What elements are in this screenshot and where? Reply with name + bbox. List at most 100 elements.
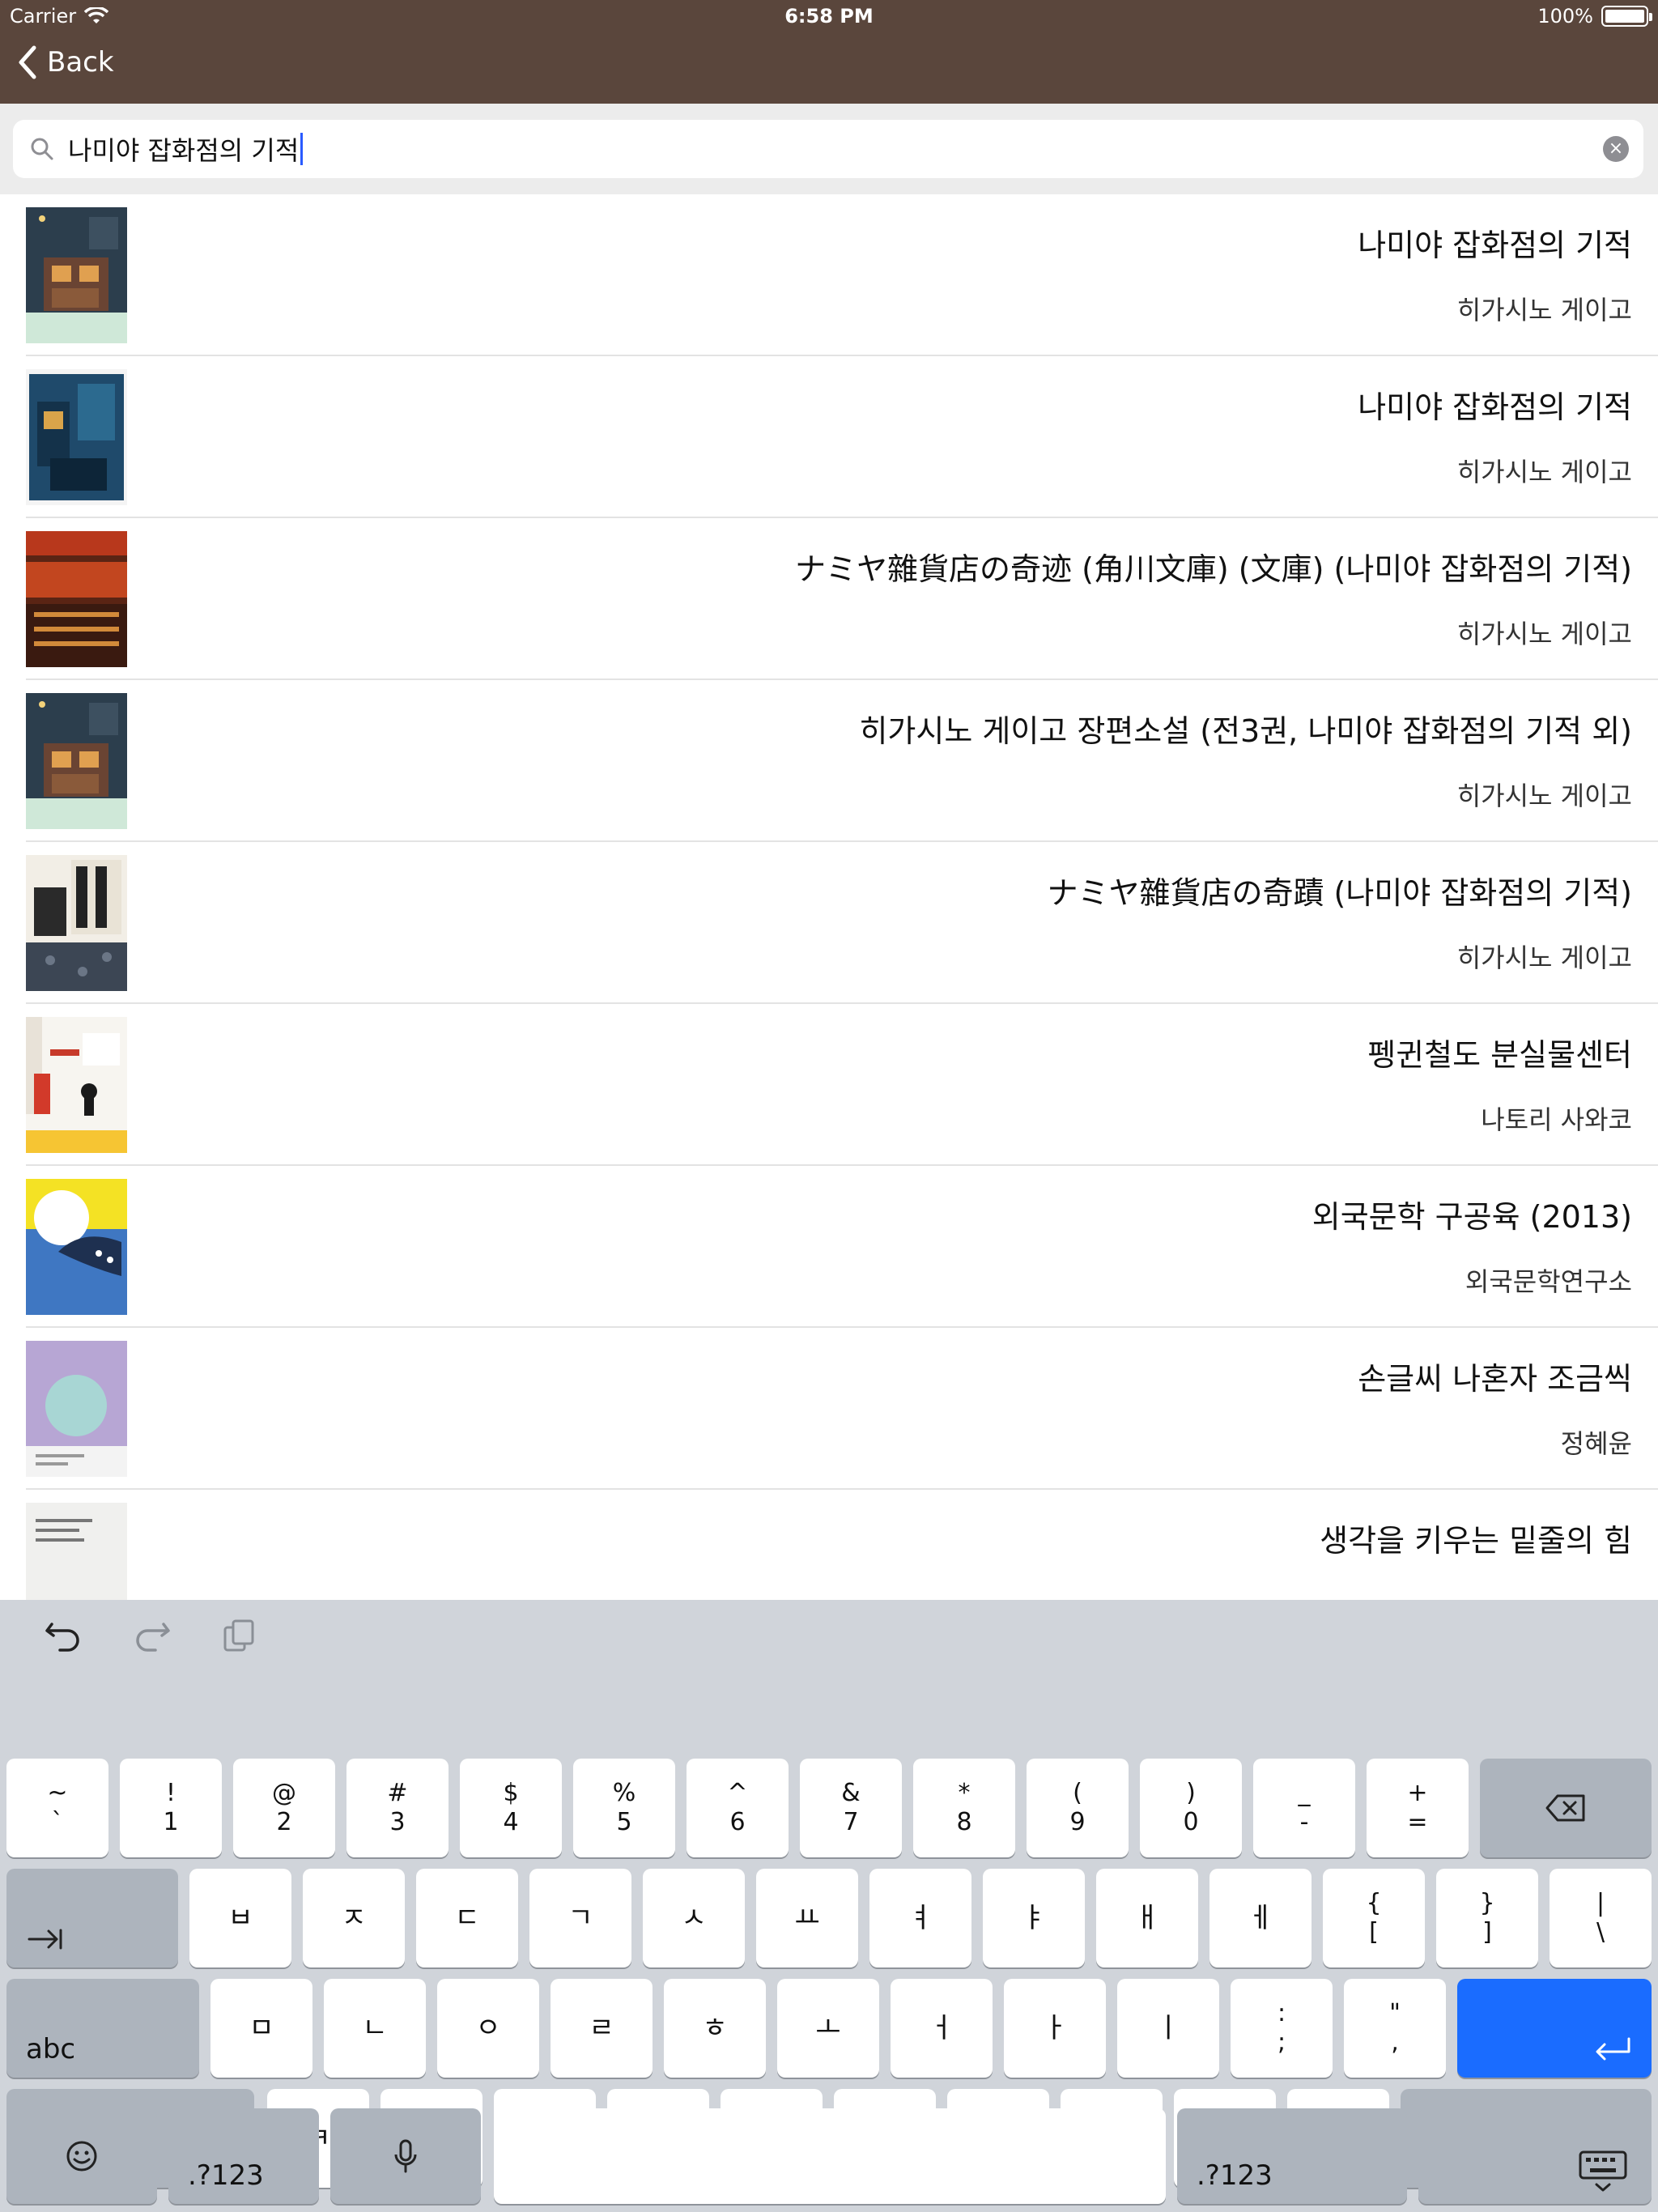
key-shift-char: +: [1407, 1779, 1428, 1807]
key-j[interactable]: ㅈ: [303, 1869, 405, 1967]
key-backtick[interactable]: ~ `: [6, 1759, 108, 1857]
undo-icon[interactable]: [44, 1618, 83, 1653]
key-char: [: [1369, 1918, 1379, 1946]
key-ng[interactable]: ㅇ: [437, 1979, 539, 2078]
key-g[interactable]: ㄱ: [529, 1869, 631, 1967]
key-n[interactable]: ㄴ: [324, 1979, 426, 2078]
results-list: 나미야 잡화점의 기적 히가시노 게이고 나미야 잡화점의 기적 히가시노 게이…: [0, 194, 1658, 1600]
search-value: 나미야 잡화점의 기적: [68, 130, 304, 168]
redo-icon[interactable]: [133, 1618, 172, 1653]
key-5[interactable]: % 5: [573, 1759, 675, 1857]
key-9[interactable]: (9: [1027, 1759, 1129, 1857]
status-bar: Carrier 6:58 PM 100%: [0, 0, 1658, 32]
key-h[interactable]: ㅎ: [664, 1979, 766, 2078]
key-char: 0: [1183, 1808, 1199, 1836]
key-backslash[interactable]: | \: [1550, 1869, 1652, 1967]
emoji-key[interactable]: [6, 2108, 157, 2204]
key-ae[interactable]: ㅐ: [1096, 1869, 1198, 1967]
key-shift-char: :: [1277, 1999, 1286, 2027]
key-6[interactable]: ^ 6: [687, 1759, 789, 1857]
paste-icon[interactable]: [222, 1618, 257, 1653]
list-item[interactable]: 손글씨 나혼자 조금씩 정혜윤: [26, 1328, 1658, 1490]
book-cover: [26, 1503, 127, 1600]
key-shift-char: ": [1389, 1999, 1401, 2027]
key-shift-char: ^: [727, 1779, 748, 1807]
key-i[interactable]: ㅣ: [1117, 1979, 1219, 2078]
dictation-key[interactable]: [330, 2108, 481, 2204]
key-8[interactable]: * 8: [913, 1759, 1015, 1857]
key-7[interactable]: & 7: [800, 1759, 902, 1857]
key-b[interactable]: ㅂ: [189, 1869, 291, 1967]
abc-key[interactable]: abc: [6, 1979, 199, 2078]
key-s[interactable]: ㅅ: [643, 1869, 745, 1967]
key-2[interactable]: @2: [233, 1759, 335, 1857]
key-quote[interactable]: ",: [1344, 1979, 1446, 2078]
key-e[interactable]: ㅔ: [1209, 1869, 1312, 1967]
key-char: 8: [956, 1808, 972, 1836]
list-item[interactable]: 히가시노 게이고 장편소설 (전3권, 나미야 잡화점의 기적 외) 히가시노 …: [26, 680, 1658, 842]
status-time: 6:58 PM: [784, 5, 874, 28]
book-title: 생각을 키우는 밑줄의 힘: [1320, 1523, 1632, 1559]
key-equals[interactable]: + =: [1367, 1759, 1469, 1857]
key-3[interactable]: #3: [346, 1759, 449, 1857]
book-author: 히가시노 게이고: [1456, 457, 1632, 487]
key-semicolon[interactable]: :;: [1231, 1979, 1333, 2078]
numbers-key-left[interactable]: .?123: [168, 2108, 319, 2204]
key-char: ]: [1482, 1918, 1492, 1946]
list-item[interactable]: 외국문학 구공육 (2013) 외국문학연구소: [26, 1166, 1658, 1328]
key-char: ㅣ: [1155, 2012, 1181, 2044]
key-char: ㅈ: [341, 1902, 367, 1934]
key-shift-char: {: [1366, 1889, 1382, 1917]
key-char: 6: [729, 1808, 746, 1836]
key-yo[interactable]: ㅛ: [756, 1869, 858, 1967]
key-char: 1: [163, 1808, 179, 1836]
back-button[interactable]: Back: [18, 45, 114, 79]
key-shift-char: (: [1073, 1779, 1082, 1807]
key-char: ㅕ: [908, 1902, 933, 1934]
key-yeo[interactable]: ㅕ: [869, 1869, 971, 1967]
key-ya[interactable]: ㅑ: [983, 1869, 1085, 1967]
list-item[interactable]: 펭귄철도 분실물센터 나토리 사와코: [26, 1004, 1658, 1166]
key-bracket-right[interactable]: }]: [1436, 1869, 1538, 1967]
numbers-key-right[interactable]: .?123: [1177, 2108, 1407, 2204]
key-eo[interactable]: ㅓ: [891, 1979, 993, 2078]
key-r[interactable]: ㄹ: [551, 1979, 653, 2078]
list-item[interactable]: 나미야 잡화점의 기적 히가시노 게이고: [26, 194, 1658, 356]
book-author: 나토리 사와코: [1481, 1104, 1632, 1135]
book-author: 히가시노 게이고: [1456, 781, 1632, 811]
clear-icon[interactable]: ×: [1603, 136, 1629, 162]
key-d[interactable]: ㄷ: [416, 1869, 518, 1967]
key-0[interactable]: ) 0: [1140, 1759, 1242, 1857]
book-author: 히가시노 게이고: [1456, 619, 1632, 649]
key-char: ,: [1391, 2028, 1399, 2057]
key-o[interactable]: ㅗ: [777, 1979, 879, 2078]
key-minus[interactable]: _ -: [1253, 1759, 1355, 1857]
book-author: 히가시노 게이고: [1456, 942, 1632, 973]
space-bar[interactable]: [494, 2108, 1166, 2204]
book-author: 정혜윤: [1560, 1428, 1632, 1459]
key-char: ㅐ: [1134, 1902, 1160, 1934]
key-a[interactable]: ㅏ: [1004, 1979, 1106, 2078]
delete-key[interactable]: [1480, 1759, 1652, 1857]
search-input[interactable]: 나미야 잡화점의 기적 ×: [13, 120, 1643, 178]
book-title: ナミヤ雜貨店の奇迹 (角川文庫) (文庫) (나미야 잡화점의 기적): [795, 551, 1632, 587]
tab-icon: [28, 1927, 63, 1951]
key-bracket-left[interactable]: {[: [1323, 1869, 1425, 1967]
key-char: ㅏ: [1042, 2012, 1068, 2044]
book-title: 손글씨 나혼자 조금씩: [1358, 1361, 1632, 1397]
key-m[interactable]: ㅁ: [210, 1979, 312, 2078]
key-shift-char: _: [1298, 1779, 1311, 1807]
return-key[interactable]: [1457, 1979, 1652, 2078]
list-item[interactable]: 나미야 잡화점의 기적 히가시노 게이고: [26, 356, 1658, 518]
list-item[interactable]: ナミヤ雜貨店の奇迹 (角川文庫) (文庫) (나미야 잡화점의 기적) 히가시노…: [26, 518, 1658, 680]
book-cover: [26, 207, 127, 343]
list-item[interactable]: ナミヤ雜貨店の奇蹟 (나미야 잡화점의 기적) 히가시노 게이고: [26, 842, 1658, 1004]
tab-key[interactable]: [6, 1869, 178, 1967]
key-4[interactable]: $4: [460, 1759, 562, 1857]
book-cover: [26, 855, 127, 991]
key-1[interactable]: ! 1: [120, 1759, 222, 1857]
search-icon: [26, 137, 58, 161]
search-text: 나미야 잡화점의 기적: [68, 135, 300, 166]
list-item[interactable]: 생각을 키우는 밑줄의 힘: [26, 1490, 1658, 1600]
hide-keyboard-key[interactable]: [1418, 2108, 1652, 2204]
